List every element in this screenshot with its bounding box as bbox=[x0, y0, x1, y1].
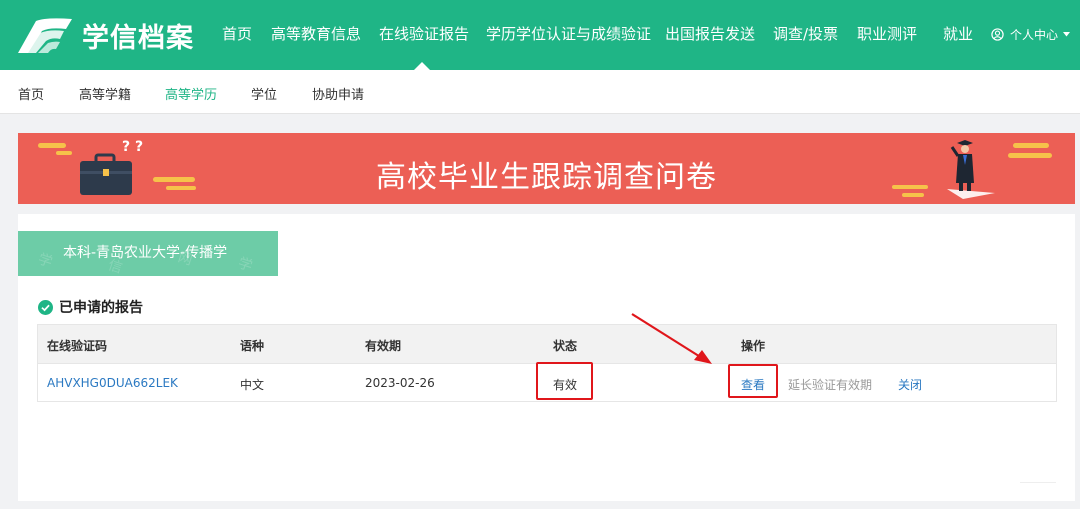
nav-employment[interactable]: 就业 bbox=[943, 24, 973, 44]
banner-decor-stripe bbox=[1008, 153, 1052, 158]
subnav-academic-record[interactable]: 高等学历 bbox=[165, 84, 217, 103]
header-actions: 操作 bbox=[741, 339, 766, 353]
status-highlight-box bbox=[536, 362, 593, 400]
subnav-assist-application[interactable]: 协助申请 bbox=[312, 84, 364, 103]
watermark-glyph: 学 bbox=[36, 251, 55, 271]
divider bbox=[1020, 482, 1056, 483]
nav-career-assessment[interactable]: 职业测评 bbox=[857, 24, 917, 44]
logo-book-icon bbox=[16, 15, 74, 55]
sub-nav-bar: 首页 高等学籍 高等学历 学位 协助申请 bbox=[0, 70, 1080, 114]
view-highlight-box bbox=[728, 364, 778, 398]
user-center-label: 个人中心 bbox=[1010, 28, 1059, 42]
table-header: 在线验证码 语种 有效期 状态 操作 bbox=[38, 325, 1056, 363]
banner-decor-stripe bbox=[892, 185, 928, 189]
language-cell: 中文 bbox=[240, 378, 265, 392]
watermark-glyph: 学 bbox=[236, 255, 255, 275]
subnav-home[interactable]: 首页 bbox=[18, 84, 44, 103]
top-nav-bar: 学信档案 首页 高等教育信息 在线验证报告 学历学位认证与成绩验证 出国报告发送… bbox=[0, 0, 1080, 70]
nav-online-verification-report[interactable]: 在线验证报告 bbox=[379, 24, 469, 44]
header-expiry: 有效期 bbox=[365, 339, 402, 353]
banner-decor-stripe bbox=[38, 143, 66, 148]
caret-down-icon bbox=[1063, 32, 1071, 37]
degree-tab-label: 本科-青岛农业大学-传播学 bbox=[63, 245, 228, 261]
active-nav-indicator bbox=[414, 62, 430, 70]
banner-decor-stripe bbox=[902, 193, 924, 197]
nav-higher-education-info[interactable]: 高等教育信息 bbox=[271, 24, 361, 44]
banner-title: 高校毕业生跟踪调查问卷 bbox=[376, 160, 717, 195]
banner-decor-stripe bbox=[1013, 143, 1049, 148]
nav-degree-certification[interactable]: 学历学位认证与成绩验证 bbox=[486, 24, 651, 44]
header-language: 语种 bbox=[240, 339, 265, 353]
degree-tab[interactable]: 学 信 网 学 本科-青岛农业大学-传播学 bbox=[18, 231, 278, 276]
extend-validity-link[interactable]: 延长验证有效期 bbox=[788, 376, 872, 393]
section-title-text: 已申请的报告 bbox=[59, 300, 143, 316]
nav-home[interactable]: 首页 bbox=[222, 24, 252, 44]
survey-banner[interactable]: ? ? 高校毕业生跟踪调查问卷 bbox=[18, 133, 1075, 204]
check-circle-icon bbox=[38, 299, 53, 315]
logo[interactable]: 学信档案 bbox=[16, 14, 194, 56]
subnav-degree[interactable]: 学位 bbox=[251, 84, 277, 103]
close-report-link[interactable]: 关闭 bbox=[898, 376, 922, 393]
subnav-student-status[interactable]: 高等学籍 bbox=[79, 84, 131, 103]
user-circle-icon bbox=[991, 28, 1004, 41]
expiry-cell: 2023-02-26 bbox=[365, 376, 435, 390]
verification-code-link[interactable]: AHVXHG0DUA662LEK bbox=[47, 376, 178, 390]
section-title: 已申请的报告 bbox=[38, 297, 143, 317]
graduate-icon bbox=[943, 139, 999, 204]
logo-text: 学信档案 bbox=[82, 22, 194, 54]
report-card: 学 信 网 学 本科-青岛农业大学-传播学 已申请的报告 在线验证码 语种 有效… bbox=[18, 214, 1075, 501]
header-code: 在线验证码 bbox=[47, 339, 108, 353]
nav-survey-vote[interactable]: 调查/投票 bbox=[773, 24, 838, 44]
user-center-menu[interactable]: 个人中心 bbox=[991, 26, 1071, 43]
arrow-annotation-icon bbox=[628, 310, 718, 374]
header-status: 状态 bbox=[553, 339, 578, 353]
nav-overseas-report[interactable]: 出国报告发送 bbox=[665, 24, 755, 44]
